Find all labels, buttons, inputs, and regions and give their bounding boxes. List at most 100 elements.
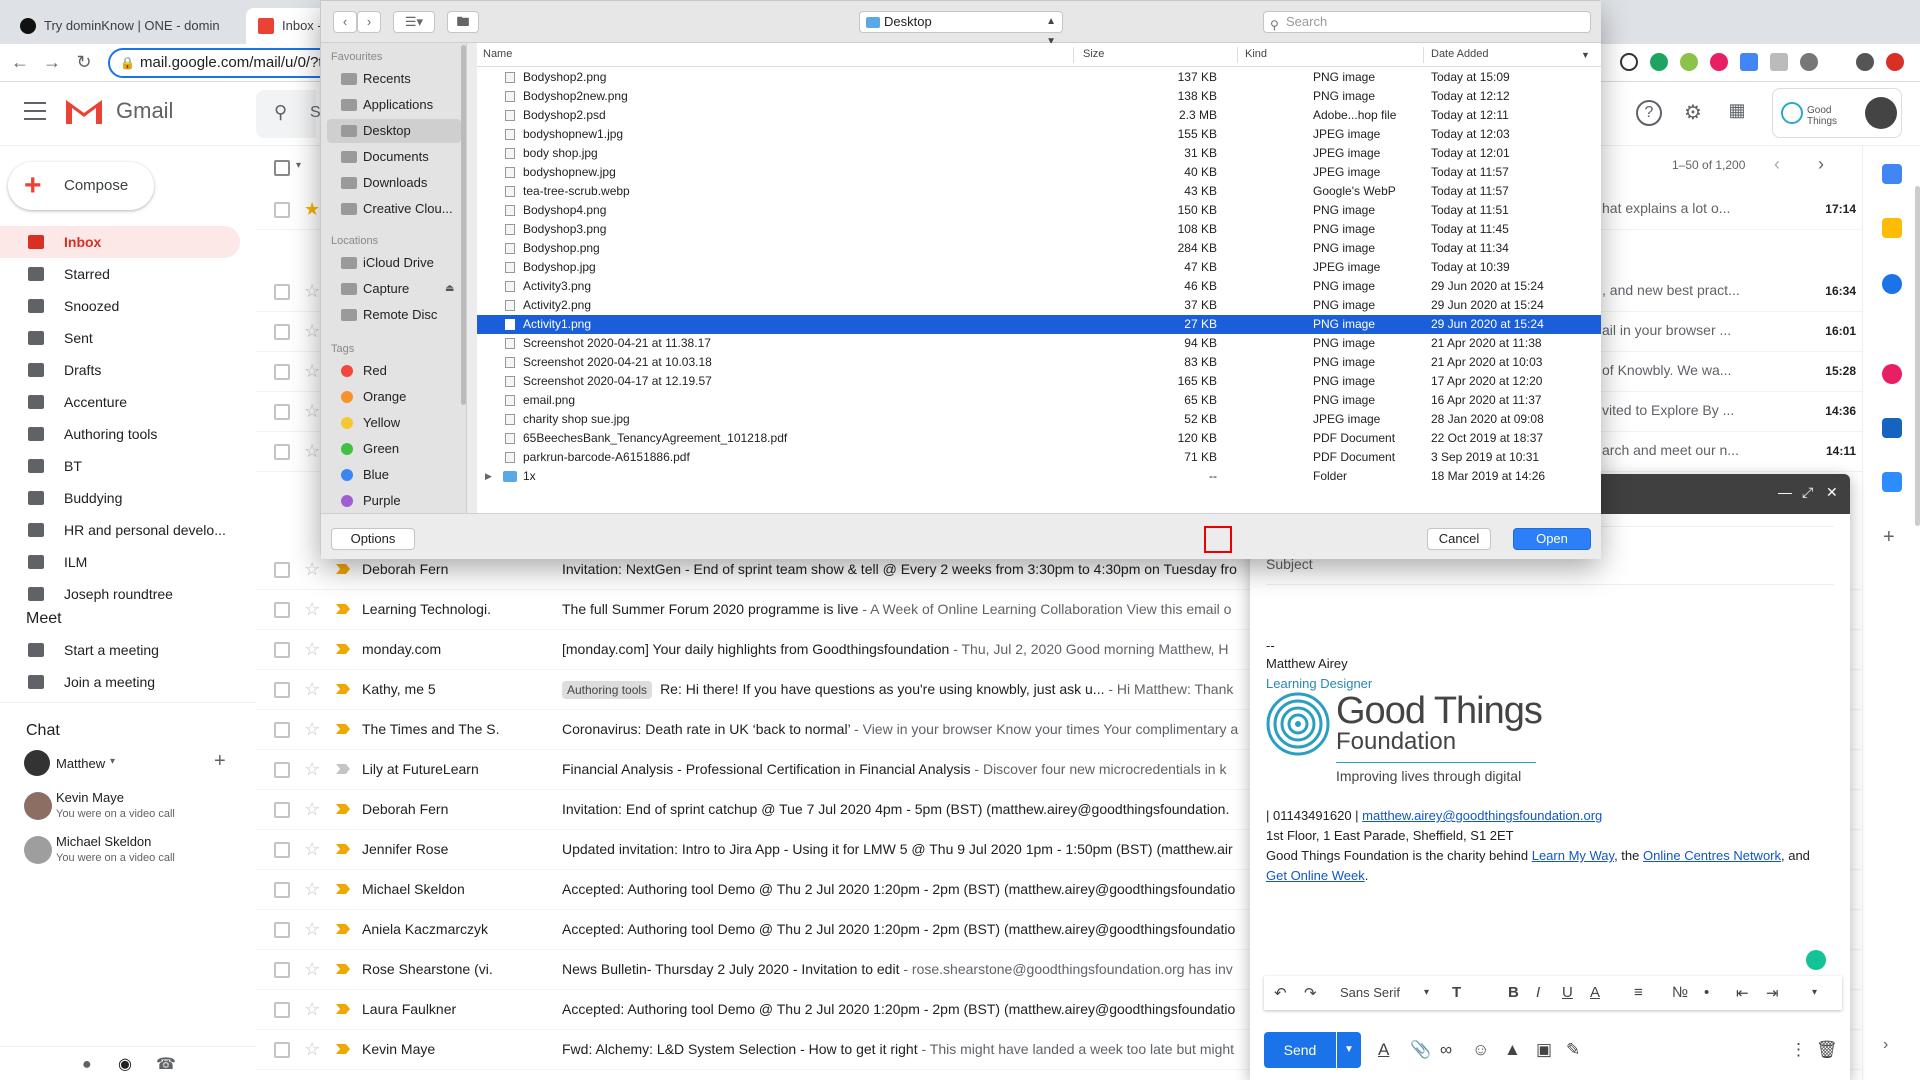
sidebar-item-documents[interactable]: Documents <box>327 145 461 169</box>
next-page-icon[interactable]: › <box>1818 154 1824 175</box>
help-icon[interactable]: ? <box>1636 100 1662 126</box>
star-icon[interactable]: ☆ <box>304 919 320 940</box>
importance-marker-icon[interactable] <box>336 564 350 574</box>
file-row[interactable]: charity shop sue.jpg 52 KB JPEG image 28 Ja… <box>477 410 1601 429</box>
file-row[interactable]: Bodyshop2.psd 2.3 MB Adobe...hop file Today… <box>477 106 1601 125</box>
star-icon[interactable]: ☆ <box>304 321 320 342</box>
discard-draft-trash-icon[interactable]: 🗑 <box>1816 1040 1838 1060</box>
tag-red[interactable]: Red <box>327 359 461 383</box>
get-online-week-link[interactable]: Get Online Week <box>1266 868 1365 883</box>
select-chevron-down-icon[interactable]: ▾ <box>296 160 301 171</box>
insert-link-icon[interactable]: ∞ <box>1440 1040 1452 1060</box>
zoom-icon[interactable] <box>1882 472 1902 492</box>
forward-chevron-icon[interactable]: › <box>357 11 381 33</box>
star-icon[interactable]: ☆ <box>304 639 320 660</box>
extension-icon[interactable] <box>1650 53 1668 71</box>
file-row[interactable]: Screenshot 2020-04-21 at 10.03.18 83 KB PN… <box>477 353 1601 372</box>
star-icon[interactable]: ☆ <box>304 281 320 302</box>
importance-marker-icon[interactable] <box>336 684 350 694</box>
file-row[interactable]: Bodyshop.png 284 KB PNG image Today at 11:3… <box>477 239 1601 258</box>
star-icon[interactable]: ☆ <box>304 559 320 580</box>
undo-icon[interactable]: ↶ <box>1274 984 1287 1002</box>
text-size-icon[interactable]: T <box>1452 984 1461 1001</box>
star-icon[interactable]: ☆ <box>304 679 320 700</box>
row-checkbox[interactable] <box>274 364 290 380</box>
star-icon[interactable]: ☆ <box>304 361 320 382</box>
sidebar-item-capture[interactable]: Capture <box>327 277 461 301</box>
chevron-down-icon[interactable]: ▾ <box>1424 987 1429 998</box>
file-row[interactable]: Bodyshop3.png 108 KB PNG image Today at 11:… <box>477 220 1601 239</box>
file-row[interactable]: email.png 65 KB PNG image 16 Apr 2020 at 11… <box>477 391 1601 410</box>
sidebar-item-sent[interactable]: Sent <box>0 322 240 354</box>
file-row[interactable]: bodyshopnew1.jpg 155 KB JPEG image Today at… <box>477 125 1601 144</box>
row-checkbox[interactable] <box>274 602 290 618</box>
underline-icon[interactable]: U <box>1562 984 1573 1001</box>
extension-icon[interactable] <box>1710 53 1728 71</box>
more-formatting-icon[interactable]: ▾ <box>1812 987 1817 998</box>
location-select[interactable]: Desktop ▲ ▼ <box>859 11 1063 47</box>
signature-pen-icon[interactable]: ✎ <box>1566 1040 1580 1060</box>
contacts-person-icon[interactable]: ● <box>82 1056 92 1074</box>
keep-icon[interactable] <box>1882 218 1902 238</box>
row-checkbox[interactable] <box>274 682 290 698</box>
importance-marker-icon[interactable] <box>336 964 350 974</box>
row-checkbox[interactable] <box>274 284 290 300</box>
previous-page-icon[interactable]: ‹ <box>1774 154 1780 175</box>
reload-icon[interactable]: ↻ <box>72 52 96 73</box>
column-divider[interactable] <box>1423 47 1424 63</box>
main-menu-icon[interactable] <box>24 102 46 120</box>
importance-marker-icon[interactable] <box>336 724 350 734</box>
search-bar[interactable]: ⚲ S <box>256 90 321 138</box>
get-addons-plus-icon[interactable]: + <box>1883 526 1895 549</box>
more-options-icon[interactable]: ⋮ <box>1790 1040 1807 1060</box>
bold-icon[interactable]: B <box>1508 984 1519 1001</box>
disclosure-triangle-icon[interactable]: ▶ <box>485 467 492 486</box>
row-checkbox[interactable] <box>274 1002 290 1018</box>
star-icon[interactable]: ☆ <box>304 799 320 820</box>
new-chat-plus-icon[interactable]: + <box>214 750 226 773</box>
sidebar-item-authoring-tools[interactable]: Authoring tools <box>0 418 240 450</box>
close-icon[interactable]: ✕ <box>1826 484 1838 501</box>
star-icon[interactable]: ☆ <box>304 1039 320 1060</box>
emoji-icon[interactable]: ☺ <box>1472 1040 1489 1060</box>
update-icon[interactable] <box>1886 53 1904 71</box>
sidebar-item-starred[interactable]: Starred <box>0 258 240 290</box>
star-icon[interactable]: ☆ <box>304 441 320 462</box>
sidebar-item-recents[interactable]: Recents <box>327 67 461 91</box>
extension-icon[interactable] <box>1800 53 1818 71</box>
importance-marker-icon[interactable] <box>336 1044 350 1054</box>
indent-more-icon[interactable]: ⇥ <box>1766 984 1779 1002</box>
extension-icon[interactable] <box>1770 53 1788 71</box>
importance-marker-icon[interactable] <box>336 924 350 934</box>
sidebar-item-snoozed[interactable]: Snoozed <box>0 290 240 322</box>
row-checkbox[interactable] <box>274 202 290 218</box>
sidebar-item-hr-and-personal-develo[interactable]: HR and personal develo... <box>0 514 240 546</box>
bulleted-list-icon[interactable]: • <box>1704 984 1709 1001</box>
star-icon[interactable]: ☆ <box>304 879 320 900</box>
star-icon[interactable]: ☆ <box>304 401 320 422</box>
file-row[interactable]: Screenshot 2020-04-17 at 12.19.57 165 KB P… <box>477 372 1601 391</box>
file-row[interactable]: Bodyshop2.png 137 KB PNG image Today at 15:… <box>477 68 1601 87</box>
italic-icon[interactable]: I <box>1536 984 1540 1001</box>
send-button[interactable]: Send <box>1264 1032 1336 1068</box>
google-drive-icon[interactable]: ▲ <box>1504 1040 1521 1060</box>
column-divider[interactable] <box>1073 47 1074 63</box>
file-row[interactable]: 65BeechesBank_TenancyAgreement_101218.pd… <box>477 429 1601 448</box>
translate-icon[interactable] <box>1740 53 1758 71</box>
importance-marker-icon[interactable] <box>336 1004 350 1014</box>
file-row[interactable]: tea-tree-scrub.webp 43 KB Google's WebP Tod… <box>477 182 1601 201</box>
file-row[interactable]: Screenshot 2020-04-21 at 11.38.17 94 KB PN… <box>477 334 1601 353</box>
row-label-badge[interactable]: Authoring tools <box>562 681 653 699</box>
view-options-icon[interactable]: ☰▾ <box>393 11 435 33</box>
attach-paperclip-icon[interactable]: 📎 <box>1410 1040 1431 1060</box>
tag-blue[interactable]: Blue <box>327 463 461 487</box>
send-options-chevron-icon[interactable]: ▼ <box>1337 1032 1361 1068</box>
row-checkbox[interactable] <box>274 722 290 738</box>
sidebar-item-desktop[interactable]: Desktop <box>327 119 461 143</box>
settings-gear-icon[interactable]: ⚙ <box>1680 100 1706 126</box>
column-divider[interactable] <box>1237 47 1238 63</box>
sidebar-item-bt[interactable]: BT <box>0 450 240 482</box>
tag-green[interactable]: Green <box>327 437 461 461</box>
row-checkbox[interactable] <box>274 1042 290 1058</box>
extension-icon[interactable] <box>1680 53 1698 71</box>
